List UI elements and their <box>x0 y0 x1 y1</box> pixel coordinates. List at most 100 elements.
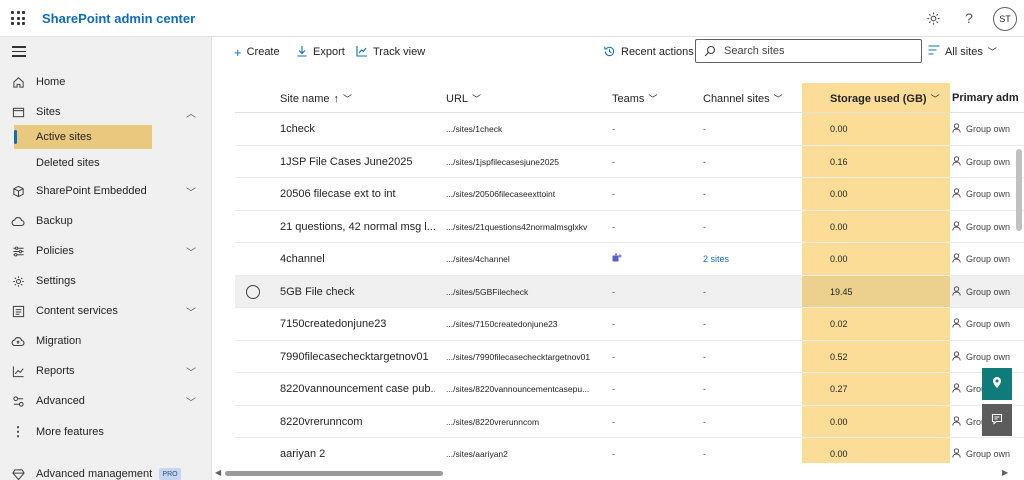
recent-actions-button[interactable]: Recent actions <box>603 43 694 61</box>
teams-cell: - <box>612 319 615 329</box>
column-header-channel-sites[interactable]: Channel sites ﹀ <box>703 92 783 105</box>
vertical-scrollbar[interactable] <box>1014 37 1024 480</box>
feedback-app-button[interactable] <box>982 368 1012 400</box>
sidebar-item-settings[interactable]: Settings <box>0 267 211 295</box>
sidebar-item-sites[interactable]: Sites ︿ <box>0 98 211 126</box>
column-header-storage[interactable]: Storage used (GB) ﹀ <box>830 92 940 105</box>
channel-sites-cell: - <box>703 416 706 427</box>
site-name-link[interactable]: 5GB File check <box>280 276 435 308</box>
site-name-link[interactable]: aariyan 2 <box>280 438 435 463</box>
channel-sites-cell: - <box>703 449 706 459</box>
site-name-link[interactable]: 7990filecasechecktargetnov01 <box>280 341 435 373</box>
table-row[interactable]: 4channel .../sites/4channel 2 sites 0.00 Gro… <box>235 243 1024 276</box>
search-input[interactable]: Search sites <box>695 39 922 63</box>
diamond-icon <box>11 467 25 480</box>
primary-admin-text: Group own <box>966 286 1011 297</box>
table-row[interactable]: aariyan 2 .../sites/aariyan2 - - 0.00 Group o… <box>235 438 1024 463</box>
download-icon <box>296 45 308 59</box>
table-row[interactable]: 5GB File check .../sites/5GBFilecheck - - 19… <box>235 275 1024 308</box>
sliders-icon <box>11 244 25 258</box>
column-header-teams[interactable]: Teams ﹀ <box>612 92 657 105</box>
chat-icon <box>991 413 1003 428</box>
app-title[interactable]: SharePoint admin center <box>42 11 195 26</box>
sidebar-item-backup[interactable]: Backup <box>0 207 211 235</box>
person-icon <box>952 155 961 168</box>
chevron-down-icon[interactable]: ﹀ <box>186 304 196 319</box>
sidebar-item-content-services[interactable]: Content services ﹀ <box>0 297 211 325</box>
site-name-link[interactable]: 4channel <box>280 243 435 275</box>
scroll-thumb[interactable] <box>1016 149 1022 231</box>
hamburger-menu-icon[interactable] <box>12 46 26 60</box>
sidebar-item-sharepoint-embedded[interactable]: SharePoint Embedded ﹀ <box>0 177 211 205</box>
table-row[interactable]: 7150createdonjune23 .../sites/7150created… <box>235 308 1024 341</box>
column-header-primary-admin[interactable]: Primary adm <box>952 92 1019 104</box>
chevron-down-icon: ﹀ <box>472 94 482 104</box>
table-row[interactable]: 7990filecasechecktargetnov01 .../sites/79… <box>235 341 1024 373</box>
sidebar-item-migration[interactable]: Migration <box>0 327 211 355</box>
table-row[interactable]: 1JSP File Cases June2025 .../sites/1jspfi… <box>235 146 1024 178</box>
person-icon <box>952 188 961 200</box>
waffle-icon[interactable] <box>11 11 25 25</box>
gear-icon[interactable] <box>924 9 942 27</box>
chevron-down-icon[interactable]: ﹀ <box>186 184 196 199</box>
export-button[interactable]: Export <box>296 43 345 61</box>
scroll-thumb[interactable] <box>225 471 443 476</box>
scroll-right-icon[interactable]: ▶ <box>1002 468 1008 477</box>
chevron-down-icon[interactable]: ﹀ <box>186 244 196 259</box>
site-name-link[interactable]: 1check <box>280 113 435 145</box>
site-url: .../sites/1jspfilecasesjune2025 <box>446 156 559 167</box>
chevron-up-icon[interactable]: ︿ <box>186 105 196 120</box>
channel-sites-cell: - <box>703 156 706 167</box>
primary-admin-text: Group own <box>966 221 1011 232</box>
table-row[interactable]: 8220vrerunncom .../sites/8220vrerunncom - -… <box>235 406 1024 438</box>
chat-button[interactable] <box>982 404 1012 436</box>
chevron-down-icon[interactable]: ﹀ <box>186 364 196 379</box>
avatar[interactable]: ST <box>993 7 1017 31</box>
storage-cell: 0.00 <box>830 449 848 459</box>
horizontal-scrollbar[interactable]: ◀ ▶ <box>212 466 1014 480</box>
sidebar-item-home[interactable]: Home <box>0 68 211 96</box>
sidebar-item-deleted-sites[interactable]: Deleted sites <box>14 151 152 175</box>
storage-cell: 0.00 <box>830 189 848 199</box>
site-name-link[interactable]: 8220vannouncement case pub... <box>280 373 435 405</box>
site-name-link[interactable]: 8220vrerunncom <box>280 406 435 438</box>
person-icon <box>952 318 961 330</box>
storage-cell: 0.27 <box>830 384 848 394</box>
table-row[interactable]: 21 questions, 42 normal msg l... .../site… <box>235 211 1024 243</box>
person-icon <box>952 415 961 428</box>
sidebar-item-policies[interactable]: Policies ﹀ <box>0 237 211 265</box>
scroll-left-icon[interactable]: ◀ <box>215 468 221 477</box>
teams-cell: - <box>612 124 615 134</box>
site-name-link[interactable]: 1JSP File Cases June2025 <box>280 146 435 178</box>
sidebar-item-reports[interactable]: Reports ﹀ <box>0 357 211 385</box>
primary-admin-text: Group own <box>966 189 1011 199</box>
person-icon <box>952 350 961 363</box>
site-name-link[interactable]: 21 questions, 42 normal msg l... <box>280 211 435 243</box>
view-selector[interactable]: All sites ﹀ <box>928 45 997 58</box>
sidebar-item-advanced[interactable]: Advanced ﹀ <box>0 387 211 415</box>
site-url: .../sites/8220vannouncementcasepu... <box>446 384 590 394</box>
chevron-down-icon[interactable]: ﹀ <box>186 394 196 409</box>
storage-cell: 19.45 <box>830 286 853 297</box>
top-bar: SharePoint admin center ? ST <box>0 0 1024 37</box>
site-name-link[interactable]: 20506 filecase ext to int <box>280 178 435 210</box>
table-row[interactable]: 8220vannouncement case pub... .../sites/8… <box>235 373 1024 406</box>
content-services-icon <box>11 304 25 318</box>
sidebar-item-more-features[interactable]: ⋮ More features <box>0 418 211 446</box>
site-name-link[interactable]: 7150createdonjune23 <box>280 308 435 340</box>
channel-sites-link[interactable]: 2 sites <box>703 254 729 264</box>
help-icon[interactable]: ? <box>960 9 978 27</box>
storage-cell: 0.02 <box>830 319 848 329</box>
storage-cell: 0.52 <box>830 351 848 362</box>
column-header-url[interactable]: URL ﹀ <box>446 92 481 105</box>
table-row[interactable]: 1check .../sites/1check - - 0.00 Group own <box>235 113 1024 146</box>
track-view-button[interactable]: Track view <box>356 43 425 61</box>
column-header-site-name[interactable]: Site name ↑ ﹀ <box>280 92 352 105</box>
table-row[interactable]: 20506 filecase ext to int .../sites/20506… <box>235 178 1024 211</box>
create-button[interactable]: + Create <box>234 43 280 61</box>
storage-cell: 0.00 <box>830 416 848 427</box>
row-select-radio[interactable] <box>246 284 260 299</box>
channel-sites-cell: 2 sites <box>703 243 783 275</box>
sidebar-item-active-sites[interactable]: Active sites <box>14 125 152 149</box>
site-url: .../sites/aariyan2 <box>446 449 508 459</box>
